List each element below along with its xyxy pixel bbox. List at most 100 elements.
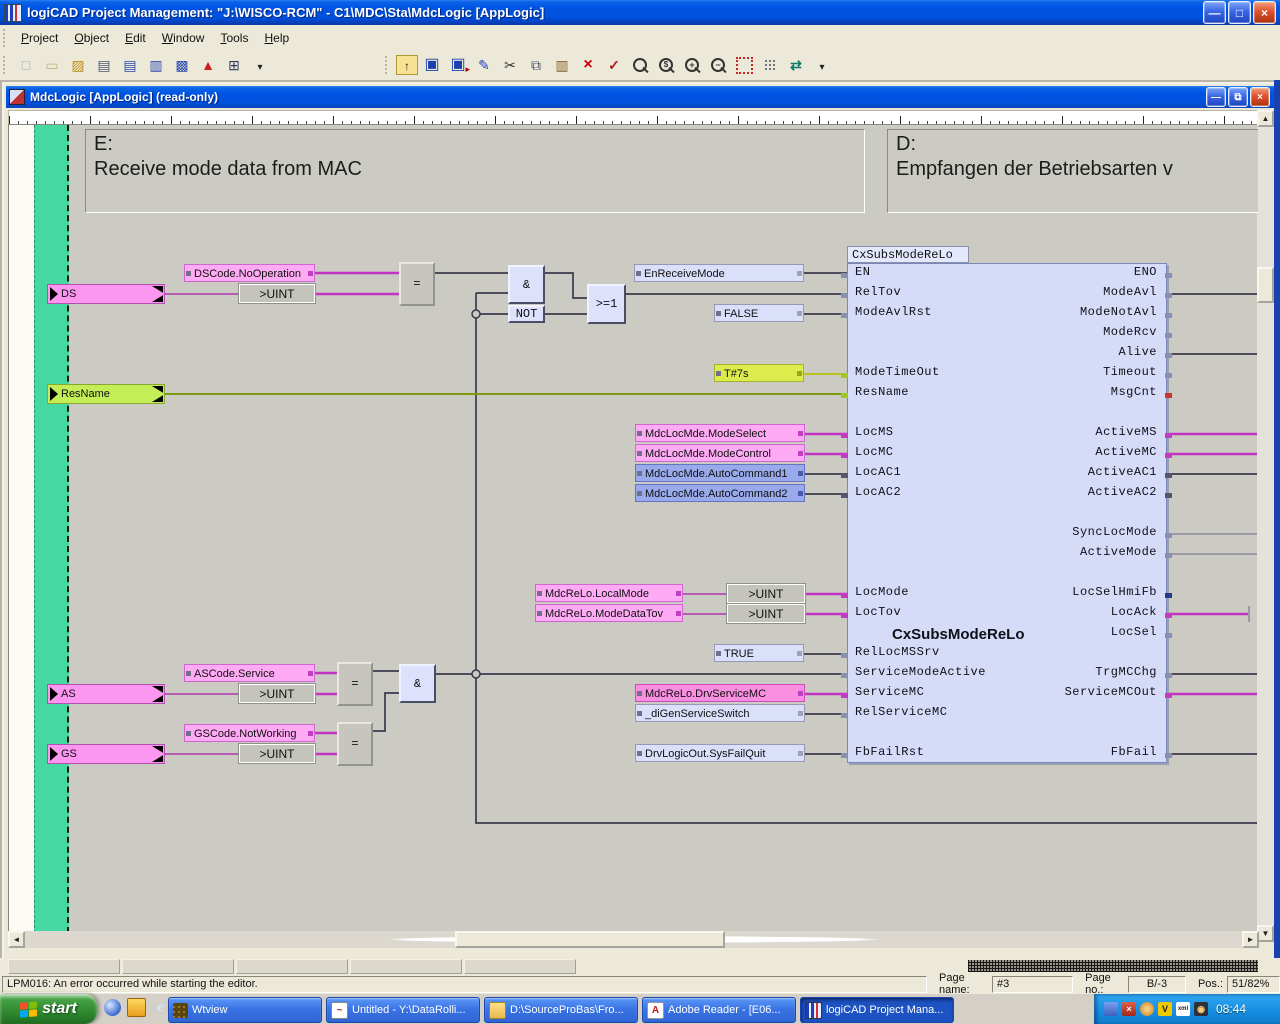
paste-icon[interactable] <box>550 53 574 77</box>
variable-modeselect[interactable]: MdcLocMde.ModeSelect <box>635 424 805 442</box>
tile-vertical-icon[interactable] <box>144 53 168 77</box>
error-list-icon[interactable] <box>196 53 220 77</box>
display-error-icon[interactable]: × <box>1122 1002 1136 1016</box>
open-icon[interactable] <box>40 53 64 77</box>
scroll-left-button[interactable]: ◄ <box>8 931 25 948</box>
menu-help[interactable]: Help <box>256 28 297 48</box>
autoconnect-icon[interactable] <box>784 53 808 77</box>
xml-icon[interactable]: xml <box>1176 1002 1190 1016</box>
gate-equal[interactable]: = <box>399 262 435 306</box>
cascade-windows-icon[interactable] <box>170 53 194 77</box>
menu-edit[interactable]: Edit <box>117 28 154 48</box>
internet-explorer-icon[interactable]: e <box>152 999 169 1016</box>
find-errors-icon[interactable] <box>602 53 626 77</box>
updates-icon[interactable] <box>1104 1002 1118 1016</box>
quick-launch-icon[interactable] <box>104 999 121 1016</box>
gate-equal[interactable]: = <box>337 722 373 766</box>
dropdown-icon[interactable] <box>810 53 834 77</box>
new-window-icon[interactable] <box>222 53 246 77</box>
zoom-in-icon[interactable] <box>680 53 704 77</box>
maximize-button[interactable]: □ <box>1228 1 1251 24</box>
grid-icon[interactable] <box>758 53 782 77</box>
variable-modecontrol[interactable]: MdcLocMde.ModeControl <box>635 444 805 462</box>
horizontal-scrollbar[interactable]: ◄ ► <box>8 931 1259 948</box>
menu-object[interactable]: Object <box>66 28 117 48</box>
literal-false[interactable]: FALSE <box>714 304 804 322</box>
tile-horizontal-icon[interactable] <box>118 53 142 77</box>
horizontal-scroll-thumb[interactable] <box>455 931 725 948</box>
variable-sysfailquit[interactable]: DrvLogicOut.SysFailQuit <box>635 744 805 762</box>
literal-gscode-notworking[interactable]: GSCode.NotWorking <box>184 724 315 742</box>
comment-block[interactable]: E: Receive mode data from MAC <box>85 129 865 213</box>
converter-uint[interactable]: >UINT <box>239 744 315 763</box>
toolbar-gripper[interactable] <box>3 56 9 74</box>
dropdown-icon[interactable] <box>248 53 272 77</box>
input-resname[interactable]: ResName <box>47 384 165 404</box>
vertical-scrollbar[interactable]: ▲ ▼ <box>1257 110 1274 942</box>
zoom-rect-icon[interactable] <box>628 53 652 77</box>
function-block-header[interactable]: CxSubsModeReLo <box>847 246 969 263</box>
input-as[interactable]: AS <box>47 684 165 704</box>
task-adobe-reader[interactable]: Adobe Reader - [E06... <box>642 997 796 1023</box>
minimize-button[interactable]: — <box>1203 1 1226 24</box>
gate-not[interactable]: NOT <box>508 305 545 323</box>
save-icon[interactable] <box>420 53 444 77</box>
scroll-down-button[interactable]: ▼ <box>1257 925 1274 942</box>
gate-and[interactable]: & <box>508 265 545 304</box>
variable-localmode[interactable]: MdcReLo.LocalMode <box>535 584 683 602</box>
literal-true[interactable]: TRUE <box>714 644 804 662</box>
scroll-right-button[interactable]: ► <box>1242 931 1259 948</box>
copy-icon[interactable] <box>524 53 548 77</box>
diagram-canvas[interactable]: E: Receive mode data from MAC D: Empfang… <box>8 124 1258 943</box>
task-sourcepro[interactable]: D:\SourceProBas\Fro... <box>484 997 638 1023</box>
start-button[interactable]: start <box>0 994 97 1024</box>
page-tab[interactable] <box>122 959 234 974</box>
folder-up-icon[interactable] <box>396 55 418 75</box>
object-properties-icon[interactable] <box>92 53 116 77</box>
menu-project[interactable]: Project <box>13 28 66 48</box>
task-logicad[interactable]: logiCAD Project Mana... <box>800 997 954 1023</box>
literal-t7s[interactable]: T#7s <box>714 364 804 382</box>
toolbar-gripper[interactable] <box>3 29 9 47</box>
gate-or[interactable]: >=1 <box>587 284 626 324</box>
variable-modedatatov[interactable]: MdcReLo.ModeDataTov <box>535 604 683 622</box>
zoom-scale-icon[interactable] <box>654 53 678 77</box>
converter-uint[interactable]: >UINT <box>239 684 315 703</box>
literal-ascode-service[interactable]: ASCode.Service <box>184 664 315 682</box>
task-untitled[interactable]: Untitled - Y:\DataRolli... <box>326 997 480 1023</box>
scroll-up-button[interactable]: ▲ <box>1257 110 1274 127</box>
converter-uint[interactable]: >UINT <box>239 284 315 303</box>
new-document-icon[interactable] <box>14 53 38 77</box>
open-project-icon[interactable] <box>66 53 90 77</box>
fit-view-icon[interactable] <box>732 53 756 77</box>
cut-icon[interactable] <box>498 53 522 77</box>
page-tab[interactable] <box>8 959 120 974</box>
child-close-button[interactable]: × <box>1250 87 1270 107</box>
edit-object-icon[interactable] <box>472 53 496 77</box>
task-wtview[interactable]: Wtview <box>168 997 322 1023</box>
gate-and[interactable]: & <box>399 664 436 703</box>
variable-autocommand1[interactable]: MdcLocMde.AutoCommand1 <box>635 464 805 482</box>
child-restore-button[interactable]: ⧉ <box>1228 87 1248 107</box>
variable-drvservicemc[interactable]: MdcReLo.DrvServiceMC <box>635 684 805 702</box>
variable-enreceivemode[interactable]: EnReceiveMode <box>634 264 804 282</box>
converter-uint[interactable]: >UINT <box>727 604 805 623</box>
close-button[interactable]: × <box>1253 1 1276 24</box>
antivirus-icon[interactable]: V <box>1158 1002 1172 1016</box>
variable-digenserviceswitch[interactable]: _diGenServiceSwitch <box>635 704 805 722</box>
child-minimize-button[interactable]: — <box>1206 87 1226 107</box>
quick-launch-icon[interactable] <box>127 998 146 1017</box>
variable-autocommand2[interactable]: MdcLocMde.AutoCommand2 <box>635 484 805 502</box>
page-tab[interactable] <box>236 959 348 974</box>
input-ds[interactable]: DS <box>47 284 165 304</box>
literal-dscode-nooperation[interactable]: DSCode.NoOperation <box>184 264 315 282</box>
gate-equal[interactable]: = <box>337 662 373 706</box>
comment-block[interactable]: D: Empfangen der Betriebsarten v <box>887 129 1258 213</box>
vertical-scroll-thumb[interactable] <box>1257 267 1274 303</box>
page-tab[interactable] <box>464 959 576 974</box>
menu-tools[interactable]: Tools <box>212 28 256 48</box>
toolbar-gripper[interactable] <box>385 56 391 74</box>
delete-object-icon[interactable] <box>576 53 600 77</box>
page-tab[interactable] <box>350 959 462 974</box>
function-block[interactable]: CxSubsModeReLo ENRelTovModeAvlRstModeTim… <box>847 263 1167 763</box>
